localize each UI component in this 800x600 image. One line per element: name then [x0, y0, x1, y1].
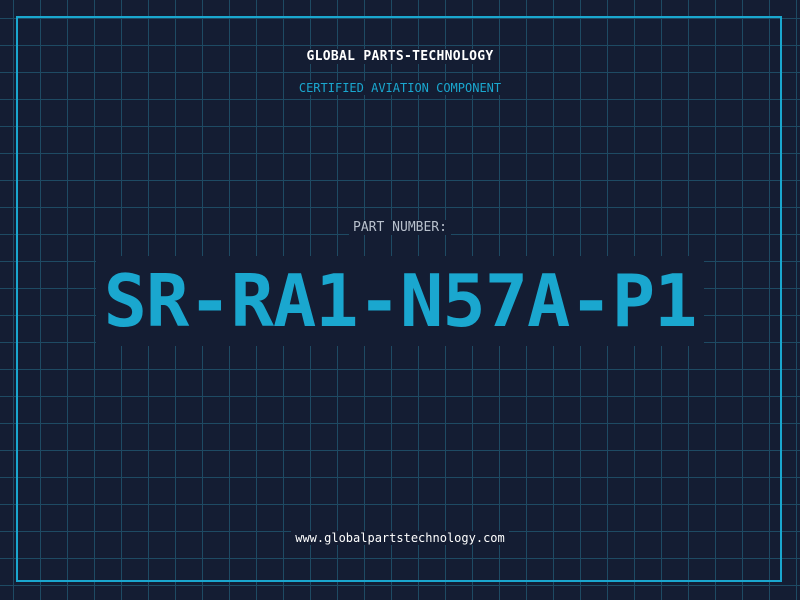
part-number-label-text: PART NUMBER: [349, 220, 451, 235]
company-name: GLOBAL PARTS-TECHNOLOGY [0, 49, 800, 64]
website-url-text: www.globalpartstechnology.com [291, 531, 509, 545]
part-number-value: SR-RA1-N57A-P1 [95, 256, 705, 346]
part-number-label: PART NUMBER: [0, 220, 800, 235]
part-number: SR-RA1-N57A-P1 [0, 256, 800, 346]
tagline: CERTIFIED AVIATION COMPONENT [0, 81, 800, 95]
tagline-text: CERTIFIED AVIATION COMPONENT [294, 81, 506, 95]
company-name-text: GLOBAL PARTS-TECHNOLOGY [302, 49, 498, 64]
website-url: www.globalpartstechnology.com [0, 531, 800, 545]
